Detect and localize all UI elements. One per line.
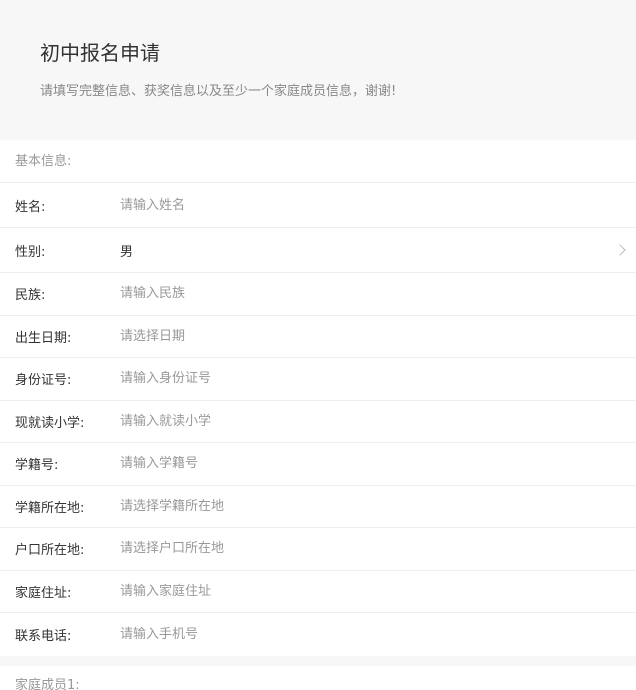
family-member-title: 家庭成员1:: [0, 665, 636, 690]
primary-school-row: 现就读小学:: [0, 400, 636, 443]
basic-info-section: 基本信息: 姓名: 性别: 男 民族: 出生日期: 身份证号: 现就读小学:: [0, 140, 636, 656]
student-number-input[interactable]: [120, 443, 560, 485]
name-label: 姓名:: [15, 199, 46, 215]
birth-date-label: 出生日期:: [15, 330, 72, 346]
birth-date-row: 出生日期:: [0, 315, 636, 358]
student-number-row: 学籍号:: [0, 443, 636, 486]
name-row: 姓名:: [0, 183, 636, 228]
id-number-label: 身份证号:: [15, 373, 72, 389]
registry-location-label: 学籍所在地:: [15, 500, 85, 516]
phone-row: 联系电话:: [0, 613, 636, 656]
ethnicity-label: 民族:: [15, 288, 46, 304]
page-header: 初中报名申请 请填写完整信息、获奖信息以及至少一个家庭成员信息，谢谢!: [0, 0, 636, 140]
ethnicity-input[interactable]: [120, 273, 560, 315]
registry-location-picker[interactable]: [120, 485, 560, 527]
household-location-picker[interactable]: [120, 528, 560, 570]
basic-info-title: 基本信息:: [0, 140, 636, 183]
household-location-row: 户口所在地:: [0, 528, 636, 571]
application-page: 初中报名申请 请填写完整信息、获奖信息以及至少一个家庭成员信息，谢谢! 基本信息…: [0, 0, 636, 690]
ethnicity-row: 民族:: [0, 273, 636, 316]
home-address-input[interactable]: [120, 570, 560, 612]
phone-input[interactable]: [120, 613, 560, 656]
phone-label: 联系电话:: [15, 628, 72, 644]
gender-label: 性别:: [15, 244, 46, 260]
primary-school-label: 现就读小学:: [15, 415, 85, 431]
primary-school-input[interactable]: [120, 400, 560, 442]
birth-date-picker[interactable]: [120, 315, 560, 357]
id-number-row: 身份证号:: [0, 358, 636, 401]
name-input[interactable]: [120, 183, 560, 227]
gender-row[interactable]: 性别: 男: [0, 228, 636, 273]
home-address-label: 家庭住址:: [15, 585, 72, 601]
registry-location-row: 学籍所在地:: [0, 485, 636, 528]
home-address-row: 家庭住址:: [0, 570, 636, 613]
id-number-input[interactable]: [120, 358, 560, 400]
page-title: 初中报名申请: [40, 41, 160, 65]
page-subtitle: 请填写完整信息、获奖信息以及至少一个家庭成员信息，谢谢!: [40, 84, 397, 99]
student-number-label: 学籍号:: [15, 458, 59, 474]
household-location-label: 户口所在地:: [15, 543, 85, 559]
gender-select-value[interactable]: 男: [120, 241, 636, 260]
section-divider: [0, 655, 636, 666]
